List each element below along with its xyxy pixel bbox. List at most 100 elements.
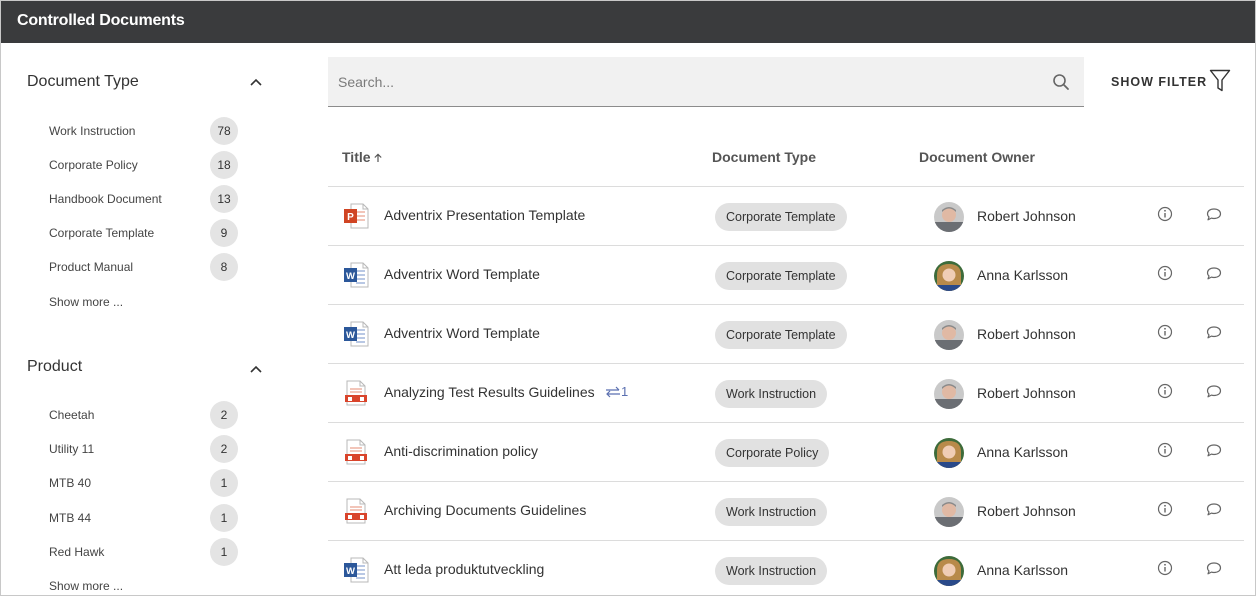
facet-header-document-type[interactable]: Document Type (27, 73, 267, 97)
column-header-document-owner[interactable]: Document Owner (919, 149, 1035, 165)
facet-title: Product (27, 358, 83, 375)
document-type-badge: Work Instruction (715, 498, 828, 526)
facet-product: Product Cheetah 2 Utility 11 2 MTB 40 1 … (27, 358, 267, 595)
document-type-badge: Work Instruction (715, 557, 828, 585)
document-type-badge: Corporate Template (715, 203, 847, 231)
count-badge: 9 (210, 219, 238, 247)
facet-item-label: MTB 40 (49, 476, 92, 490)
search-box (328, 57, 1084, 107)
column-header-document-type[interactable]: Document Type (712, 149, 816, 165)
pdf-icon (345, 498, 367, 524)
facet-item-handbook-document[interactable]: Handbook Document 13 (49, 185, 239, 213)
facet-item-work-instruction[interactable]: Work Instruction 78 (49, 117, 239, 145)
table-row[interactable]: W Att leda produktutveckling Work Instru… (328, 541, 1244, 595)
female-avatar (934, 261, 964, 291)
table-row[interactable]: Archiving Documents Guidelines Work Inst… (328, 482, 1244, 541)
info-icon[interactable] (1157, 206, 1173, 222)
owner-name: Robert Johnson (977, 326, 1076, 342)
owner-name: Anna Karlsson (977, 562, 1069, 578)
column-header-title[interactable]: Title (342, 149, 383, 165)
document-type-badge: Work Instruction (715, 380, 828, 408)
table-row[interactable]: Analyzing Test Results Guidelines 1 Work… (328, 364, 1244, 423)
male-avatar (934, 320, 964, 350)
documents-table: Title Document Type Document Owner P Adv… (328, 131, 1244, 595)
show-filter-button[interactable]: SHOW FILTER (1111, 69, 1235, 95)
facet-document-type: Document Type Work Instruction 78 Corpor… (27, 73, 267, 313)
info-icon[interactable] (1157, 265, 1173, 281)
female-avatar (934, 438, 964, 468)
count-badge: 13 (210, 185, 238, 213)
facet-item-product-manual[interactable]: Product Manual 8 (49, 253, 239, 281)
facet-item-label: Handbook Document (49, 192, 162, 206)
facet-item-corporate-policy[interactable]: Corporate Policy 18 (49, 151, 239, 179)
comment-icon[interactable] (1206, 502, 1222, 517)
table-row[interactable]: W Adventrix Word Template Corporate Temp… (328, 305, 1244, 364)
facet-item-cheetah[interactable]: Cheetah 2 (49, 401, 239, 429)
document-title-link[interactable]: Analyzing Test Results Guidelines (384, 384, 595, 400)
info-icon[interactable] (1157, 501, 1173, 517)
owner-name: Anna Karlsson (977, 444, 1069, 460)
chevron-up-icon[interactable] (249, 75, 263, 89)
info-icon[interactable] (1157, 442, 1173, 458)
comment-icon[interactable] (1206, 325, 1222, 340)
pdf-icon (345, 380, 367, 406)
sort-ascending-icon (373, 153, 382, 162)
facet-header-product[interactable]: Product (27, 358, 267, 382)
comment-icon[interactable] (1206, 266, 1222, 281)
pdf-icon (345, 439, 367, 465)
facet-item-mtb-44[interactable]: MTB 44 1 (49, 504, 239, 532)
swap-arrows-icon (606, 386, 620, 398)
filter-icon (1209, 69, 1231, 92)
count-badge: 18 (210, 151, 238, 179)
facet-title: Document Type (27, 73, 139, 90)
facet-item-label: Red Hawk (49, 545, 105, 559)
chevron-up-icon[interactable] (249, 362, 263, 376)
table-row[interactable]: P Adventrix Presentation Template Corpor… (328, 187, 1244, 246)
document-title-link[interactable]: Adventrix Word Template (384, 266, 540, 282)
document-title-link[interactable]: Adventrix Word Template (384, 325, 540, 341)
facet-item-label: Cheetah (49, 408, 95, 422)
table-row[interactable]: Anti-discrimination policy Corporate Pol… (328, 423, 1244, 482)
comment-icon[interactable] (1206, 384, 1222, 399)
comment-icon[interactable] (1206, 443, 1222, 458)
facet-item-label: Corporate Policy (49, 158, 138, 172)
document-type-badge: Corporate Template (715, 262, 847, 290)
count-badge: 78 (210, 117, 238, 145)
comment-icon[interactable] (1206, 207, 1222, 222)
document-title-link[interactable]: Archiving Documents Guidelines (384, 502, 586, 518)
male-avatar (934, 497, 964, 527)
facet-item-label: MTB 44 (49, 511, 92, 525)
document-type-badge: Corporate Template (715, 321, 847, 349)
facet-item-label: Product Manual (49, 260, 134, 274)
info-icon[interactable] (1157, 324, 1173, 340)
show-more-link[interactable]: Show more ... (49, 579, 123, 593)
info-icon[interactable] (1157, 383, 1173, 399)
document-title-link[interactable]: Att leda produktutveckling (384, 561, 544, 577)
count-badge: 8 (210, 253, 238, 281)
word-icon: W (344, 321, 369, 347)
svg-text:P: P (347, 212, 354, 223)
owner-name: Anna Karlsson (977, 267, 1069, 283)
facet-item-label: Work Instruction (49, 124, 136, 138)
document-title-link[interactable]: Anti-discrimination policy (384, 443, 538, 459)
count-badge: 2 (210, 401, 238, 429)
facet-item-red-hawk[interactable]: Red Hawk 1 (49, 538, 239, 566)
comment-icon[interactable] (1206, 561, 1222, 576)
related-documents-link[interactable]: 1 (605, 384, 628, 399)
male-avatar (934, 202, 964, 232)
svg-text:W: W (346, 271, 355, 282)
facet-item-corporate-template[interactable]: Corporate Template 9 (49, 219, 239, 247)
facet-item-utility-11[interactable]: Utility 11 2 (49, 435, 239, 463)
facet-item-mtb-40[interactable]: MTB 40 1 (49, 469, 239, 497)
search-icon[interactable] (1052, 73, 1070, 91)
document-title-link[interactable]: Adventrix Presentation Template (384, 207, 585, 223)
count-badge: 1 (210, 469, 238, 497)
document-type-badge: Corporate Policy (715, 439, 830, 467)
facet-item-label: Utility 11 (49, 442, 95, 456)
show-more-link[interactable]: Show more ... (49, 295, 123, 309)
table-row[interactable]: W Adventrix Word Template Corporate Temp… (328, 246, 1244, 305)
svg-text:W: W (346, 330, 355, 341)
search-input[interactable] (338, 71, 1038, 93)
facet-item-label: Corporate Template (49, 226, 155, 240)
info-icon[interactable] (1157, 560, 1173, 576)
